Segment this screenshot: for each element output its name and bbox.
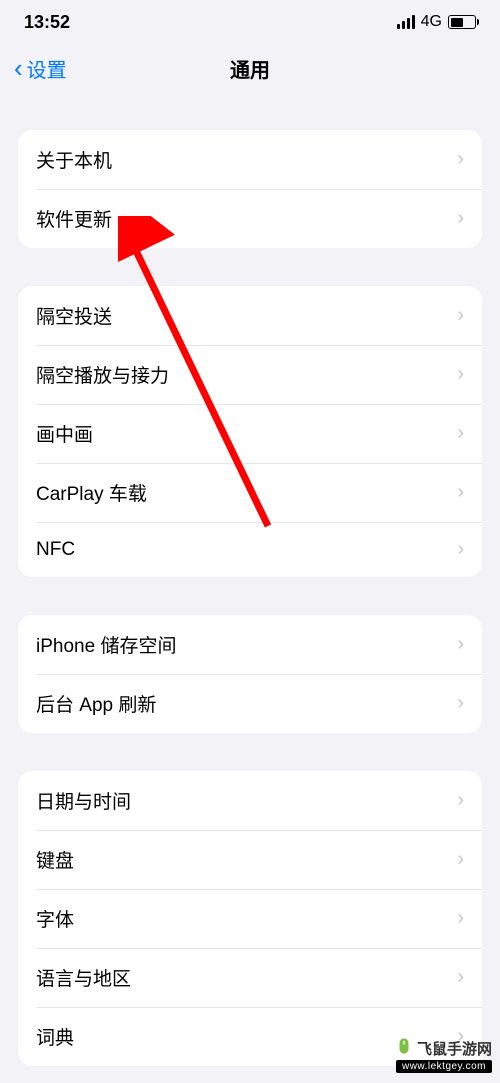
chevron-right-icon: › [457,481,464,504]
chevron-right-icon: › [457,692,464,715]
row-label: 隔空投送 [36,302,112,329]
chevron-right-icon: › [457,966,464,989]
chevron-right-icon: › [457,363,464,386]
chevron-right-icon: › [457,789,464,812]
content: 关于本机 › 软件更新 › 隔空投送 › 隔空播放与接力 › 画中画 › Car… [0,130,500,1066]
chevron-right-icon: › [457,538,464,561]
row-label: 隔空播放与接力 [36,361,169,388]
row-label: 键盘 [36,846,74,873]
row-label: 日期与时间 [36,787,131,814]
chevron-right-icon: › [457,907,464,930]
chevron-right-icon: › [457,207,464,230]
row-label: 后台 App 刷新 [36,690,156,717]
settings-group-storage: iPhone 储存空间 › 后台 App 刷新 › [18,615,482,733]
network-label: 4G [421,13,442,31]
row-language-region[interactable]: 语言与地区 › [18,948,482,1007]
chevron-right-icon: › [457,304,464,327]
row-label: 语言与地区 [36,964,131,991]
settings-group-system: 日期与时间 › 键盘 › 字体 › 语言与地区 › 词典 › [18,771,482,1066]
nav-header: ‹ 设置 通用 [0,44,500,92]
cellular-signal-icon [397,15,415,29]
settings-group-connectivity: 隔空投送 › 隔空播放与接力 › 画中画 › CarPlay 车载 › NFC … [18,286,482,577]
battery-icon [448,15,476,29]
row-label: CarPlay 车载 [36,479,147,506]
chevron-right-icon: › [457,148,464,171]
back-label: 设置 [27,54,67,83]
watermark: 飞鼠手游网 www.lektgey.com [395,1037,492,1073]
row-background-refresh[interactable]: 后台 App 刷新 › [18,674,482,733]
chevron-right-icon: › [457,422,464,445]
status-right: 4G [397,13,476,31]
row-keyboard[interactable]: 键盘 › [18,830,482,889]
chevron-right-icon: › [457,848,464,871]
row-label: 词典 [36,1023,74,1050]
row-nfc[interactable]: NFC › [18,522,482,577]
status-bar: 13:52 4G [0,0,500,44]
row-label: NFC [36,539,75,561]
row-airplay-handoff[interactable]: 隔空播放与接力 › [18,345,482,404]
row-label: 画中画 [36,420,93,447]
back-button[interactable]: ‹ 设置 [14,54,67,83]
row-label: iPhone 储存空间 [36,631,176,658]
watermark-brand: 飞鼠手游网 [395,1037,492,1060]
row-label: 软件更新 [36,205,112,232]
row-date-time[interactable]: 日期与时间 › [18,771,482,830]
status-time: 13:52 [24,12,70,33]
row-about[interactable]: 关于本机 › [18,130,482,189]
row-airdrop[interactable]: 隔空投送 › [18,286,482,345]
watermark-brand-text: 飞鼠手游网 [417,1038,492,1059]
chevron-right-icon: › [457,633,464,656]
row-carplay[interactable]: CarPlay 车载 › [18,463,482,522]
row-iphone-storage[interactable]: iPhone 储存空间 › [18,615,482,674]
page-title: 通用 [230,54,270,83]
row-software-update[interactable]: 软件更新 › [18,189,482,248]
row-picture-in-picture[interactable]: 画中画 › [18,404,482,463]
mouse-icon [395,1037,413,1060]
settings-group-about: 关于本机 › 软件更新 › [18,130,482,248]
watermark-url: www.lektgey.com [396,1060,492,1073]
row-fonts[interactable]: 字体 › [18,889,482,948]
row-label: 关于本机 [36,146,112,173]
row-label: 字体 [36,905,74,932]
chevron-left-icon: ‹ [14,55,23,81]
